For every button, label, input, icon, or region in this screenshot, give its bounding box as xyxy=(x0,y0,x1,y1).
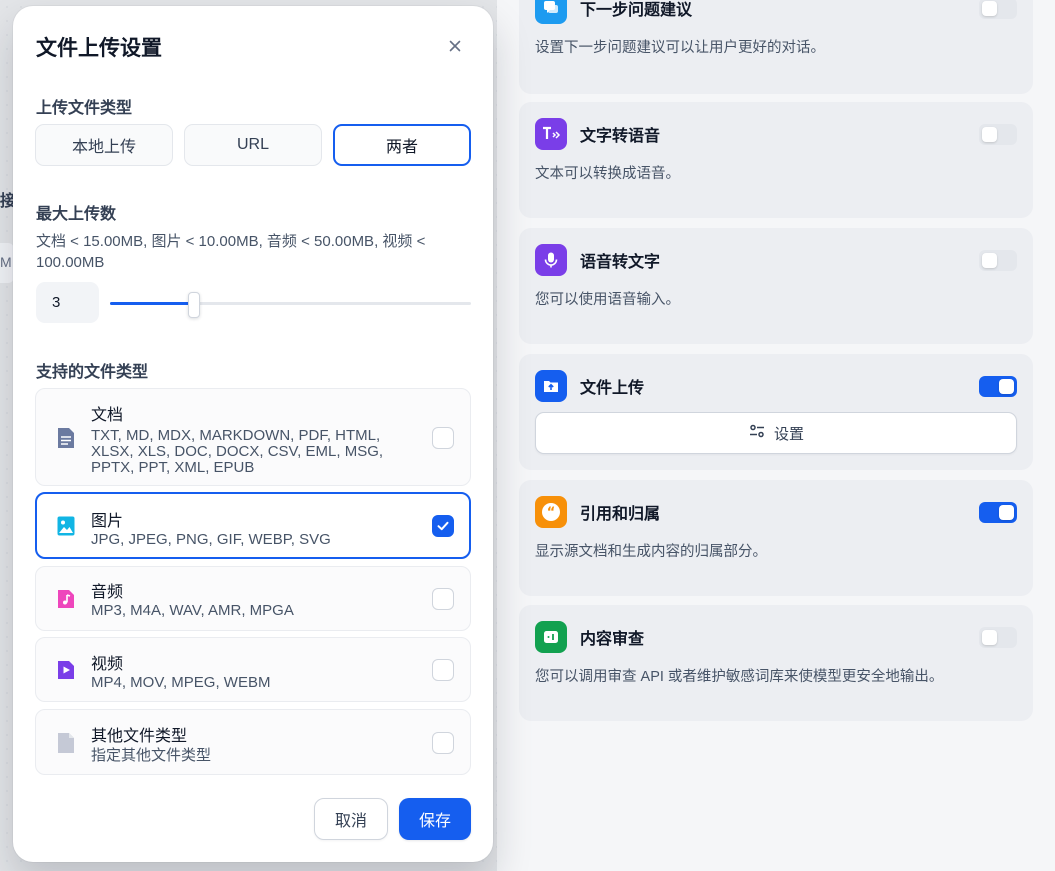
text-to-speech-icon xyxy=(535,118,567,150)
upload-type-local[interactable]: 本地上传 xyxy=(35,124,173,166)
slider-thumb[interactable] xyxy=(188,292,200,318)
check-icon xyxy=(437,521,449,531)
document-checkbox[interactable] xyxy=(432,427,454,449)
feature-description: 文本可以转换成语音。 xyxy=(535,166,680,182)
background-peek-unit: M xyxy=(0,254,12,270)
video-checkbox[interactable] xyxy=(432,659,454,681)
feature-title: 下一步问题建议 xyxy=(580,2,693,19)
slider-fill xyxy=(110,302,194,305)
features-panel: 下一步问题建议 设置下一步问题建议可以让用户更好的对话。 文字转语音 文本可以转… xyxy=(497,0,1055,871)
feature-card-file-upload: 文件上传 设置 xyxy=(519,354,1033,470)
feature-description: 您可以调用审查 API 或者维护敏感词库来使模型更安全地输出。 xyxy=(535,669,944,685)
moderation-icon xyxy=(535,621,567,653)
feature-card-speech-to-text: 语音转文字 您可以使用语音输入。 xyxy=(519,228,1033,344)
moderation-toggle[interactable] xyxy=(979,626,1017,648)
settings-sliders-icon xyxy=(748,422,766,444)
suggested-questions-toggle[interactable] xyxy=(979,0,1017,19)
file-type-image[interactable]: 图片 JPG, JPEG, PNG, GIF, WEBP, SVG xyxy=(35,492,471,559)
image-checkbox[interactable] xyxy=(432,515,454,537)
upload-type-both[interactable]: 两者 xyxy=(333,124,471,166)
file-type-document[interactable]: 文档 TXT, MD, MDX, MARKDOWN, PDF, HTML, XL… xyxy=(35,388,471,486)
file-size-limits: 文档 < 15.00MB, 图片 < 10.00MB, 音频 < 50.00MB… xyxy=(36,233,426,271)
feature-title: 文字转语音 xyxy=(580,128,661,145)
feature-description: 您可以使用语音输入。 xyxy=(535,292,680,308)
close-icon[interactable] xyxy=(443,34,467,58)
text-to-speech-toggle[interactable] xyxy=(979,123,1017,145)
feature-header: 语音转文字 xyxy=(535,244,1017,276)
file-type-extensions: MP3, M4A, WAV, AMR, MPGA xyxy=(91,602,294,619)
feature-title: 内容审查 xyxy=(580,631,645,648)
feature-header: 文件上传 xyxy=(535,370,1017,402)
modal-title: 文件上传设置 xyxy=(36,37,162,60)
file-type-name: 其他文件类型 xyxy=(91,728,188,745)
feature-description: 显示源文档和生成内容的归属部分。 xyxy=(535,544,767,560)
document-icon xyxy=(56,427,76,449)
file-type-video[interactable]: 视频 MP4, MOV, MPEG, WEBM xyxy=(35,637,471,702)
chat-bubble-icon xyxy=(535,0,567,24)
file-type-name: 文档 xyxy=(91,407,124,424)
feature-header: 内容审查 xyxy=(535,621,1017,653)
file-type-extensions: TXT, MD, MDX, MARKDOWN, PDF, HTML, XLSX,… xyxy=(91,427,384,476)
feature-title: 语音转文字 xyxy=(580,254,661,271)
feature-card-citation: “ 引用和归属 显示源文档和生成内容的归属部分。 xyxy=(519,480,1033,596)
audio-checkbox[interactable] xyxy=(432,588,454,610)
file-type-audio[interactable]: 音频 MP3, M4A, WAV, AMR, MPGA xyxy=(35,566,471,631)
feature-title: 引用和归属 xyxy=(580,506,661,523)
file-type-extensions: 指定其他文件类型 xyxy=(91,747,212,764)
image-icon xyxy=(56,515,76,537)
feature-header: 文字转语音 xyxy=(535,118,1017,150)
file-type-other[interactable]: 其他文件类型 指定其他文件类型 xyxy=(35,709,471,775)
file-upload-settings-modal: 文件上传设置 上传文件类型 本地上传 URL 两者 最大上传数 文档 < 15.… xyxy=(13,6,493,862)
feature-header: 下一步问题建议 xyxy=(535,0,1017,24)
save-button[interactable]: 保存 xyxy=(399,798,471,840)
citation-toggle[interactable] xyxy=(979,501,1017,523)
folder-upload-icon xyxy=(535,370,567,402)
feature-title: 文件上传 xyxy=(580,380,645,397)
max-uploads-slider[interactable] xyxy=(110,302,471,305)
upload-type-label: 上传文件类型 xyxy=(36,100,133,117)
file-upload-toggle[interactable] xyxy=(979,375,1017,397)
speech-to-text-toggle[interactable] xyxy=(979,249,1017,271)
cancel-button[interactable]: 取消 xyxy=(314,798,388,840)
audio-icon xyxy=(56,588,76,610)
max-uploads-input[interactable] xyxy=(36,282,99,323)
max-uploads-label: 最大上传数 xyxy=(36,206,117,223)
other-checkbox[interactable] xyxy=(432,732,454,754)
feature-card-moderation: 内容审查 您可以调用审查 API 或者维护敏感词库来使模型更安全地输出。 xyxy=(519,605,1033,721)
file-upload-settings-button[interactable]: 设置 xyxy=(535,412,1017,454)
file-type-extensions: MP4, MOV, MPEG, WEBM xyxy=(91,674,271,691)
file-type-name: 音频 xyxy=(91,584,124,601)
settings-button-label: 设置 xyxy=(773,425,804,443)
supported-types-label: 支持的文件类型 xyxy=(36,364,149,381)
microphone-icon xyxy=(535,244,567,276)
file-icon xyxy=(56,732,76,754)
file-type-name: 图片 xyxy=(91,513,124,530)
file-type-name: 视频 xyxy=(91,656,124,673)
feature-card-suggested-questions: 下一步问题建议 设置下一步问题建议可以让用户更好的对话。 xyxy=(519,0,1033,94)
feature-description: 设置下一步问题建议可以让用户更好的对话。 xyxy=(535,40,825,56)
file-type-extensions: JPG, JPEG, PNG, GIF, WEBP, SVG xyxy=(91,531,331,548)
feature-header: “ 引用和归属 xyxy=(535,496,1017,528)
feature-card-text-to-speech: 文字转语音 文本可以转换成语音。 xyxy=(519,102,1033,218)
upload-type-url[interactable]: URL xyxy=(184,124,322,166)
video-icon xyxy=(56,659,76,681)
svg-text:“: “ xyxy=(547,506,556,521)
quote-icon: “ xyxy=(535,496,567,528)
